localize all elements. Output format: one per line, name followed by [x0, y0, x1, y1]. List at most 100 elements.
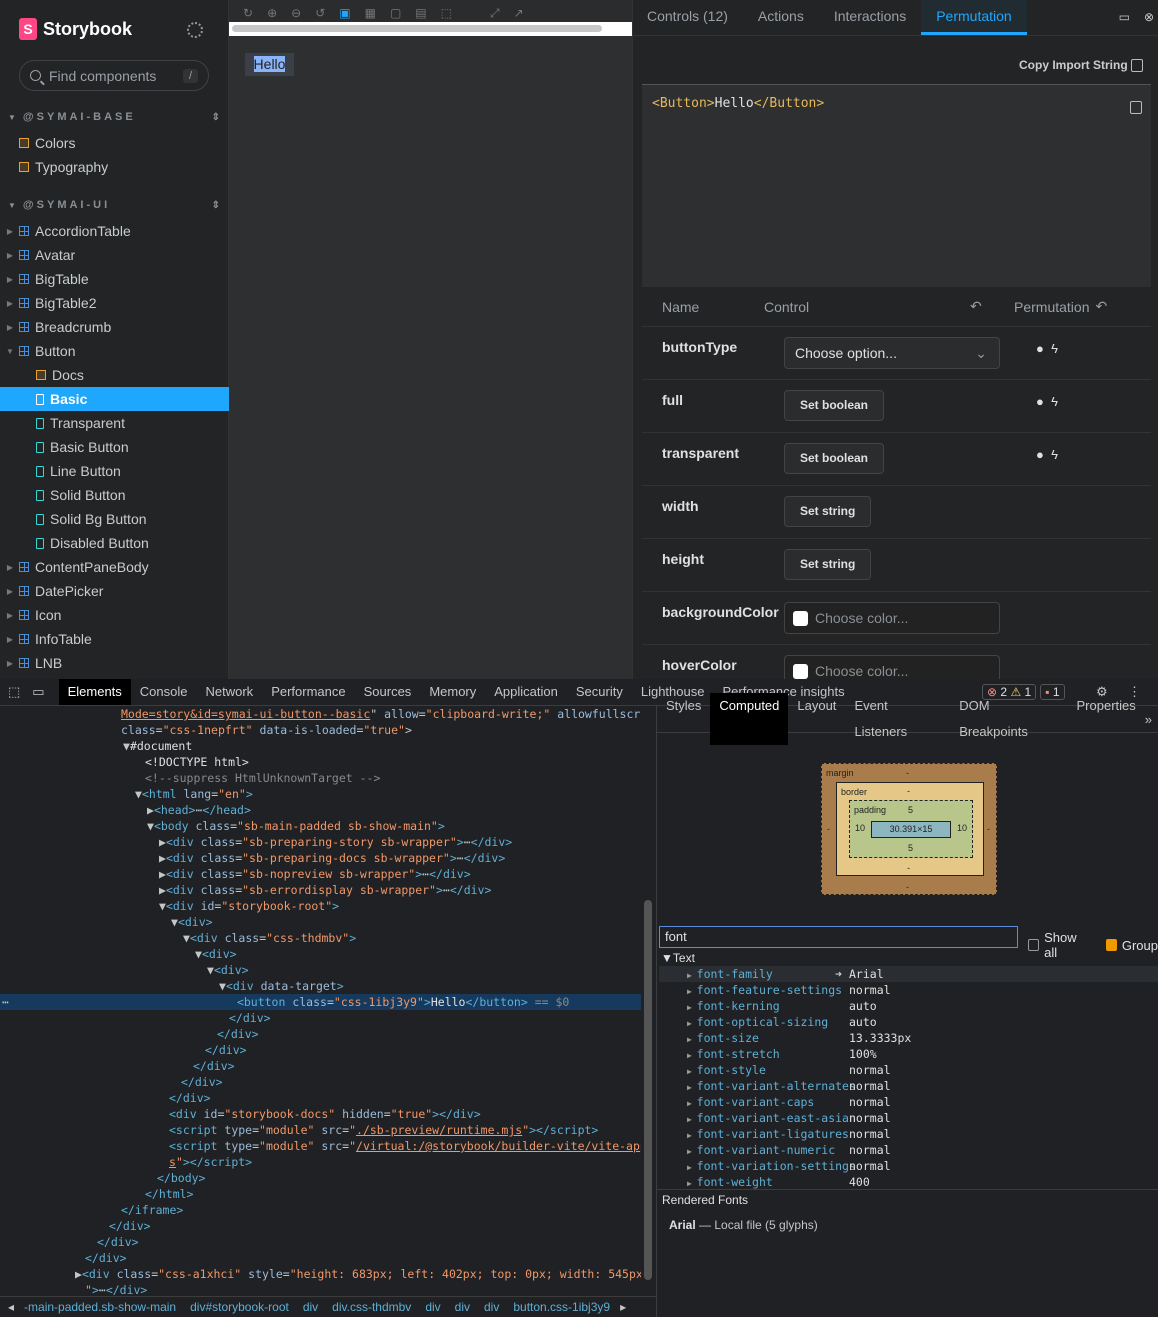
sidebar-item-transparent[interactable]: Transparent: [0, 411, 229, 435]
sidebar-item-bigtable2[interactable]: ▶ BigTable2: [0, 291, 229, 315]
devtools-tab-network[interactable]: Network: [197, 679, 263, 705]
reload-icon[interactable]: ↻: [243, 6, 253, 22]
devtools-tab-sources[interactable]: Sources: [355, 679, 421, 705]
pane-tab-dom-breakpoints[interactable]: DOM Breakpoints: [950, 693, 1067, 745]
sidebar-item-colors[interactable]: Colors: [0, 131, 229, 155]
breadcrumb-item[interactable]: div: [425, 1300, 440, 1314]
goto-icon[interactable]: ➜: [835, 966, 849, 982]
elements-tree[interactable]: Mode=story&id=symai-ui-button--basic" al…: [0, 706, 641, 1296]
breadcrumb-item[interactable]: button.css-1ibj3y9: [513, 1300, 610, 1314]
tab-permutation[interactable]: Permutation: [921, 0, 1027, 35]
zoom-reset-icon[interactable]: ↺: [315, 6, 325, 22]
search-input[interactable]: Find components /: [19, 60, 209, 91]
sidebar-item-lnb[interactable]: ▶ LNB: [0, 651, 229, 675]
copy-code-icon[interactable]: [1130, 101, 1142, 114]
background-icon[interactable]: ▣: [339, 6, 350, 22]
computed-filter-input[interactable]: font: [659, 926, 1018, 948]
computed-property[interactable]: ▶ font-weight 400: [659, 1174, 1158, 1190]
group-symai-base[interactable]: ▼ @SYMAI-BASE ⇕: [8, 111, 220, 123]
sidebar-item-datepicker[interactable]: ▶ DatePicker: [0, 579, 229, 603]
zoom-in-icon[interactable]: ⊕: [267, 6, 277, 22]
pane-tab-styles[interactable]: Styles: [657, 693, 710, 745]
color-swatch[interactable]: [793, 664, 808, 679]
computed-property[interactable]: ▶ font-variant-caps normal: [659, 1094, 1158, 1110]
expand-collapse-icon[interactable]: ⇕: [212, 200, 220, 211]
sidebar-item-breadcrumb[interactable]: ▶ Breadcrumb: [0, 315, 229, 339]
devtools-tab-performance[interactable]: Performance: [262, 679, 354, 705]
computed-property[interactable]: ▶ font-style normal: [659, 1062, 1158, 1078]
pane-tab-event-listeners[interactable]: Event Listeners: [845, 693, 950, 745]
computed-property[interactable]: ▶ font-variant-east-asian normal: [659, 1110, 1158, 1126]
sidebar-item-infotable[interactable]: ▶ InfoTable: [0, 627, 229, 651]
set-value-button[interactable]: Set boolean: [784, 443, 885, 474]
tab-actions[interactable]: Actions: [743, 0, 819, 35]
breadcrumb-item[interactable]: div: [455, 1300, 470, 1314]
preview-hello-button[interactable]: Hello: [245, 53, 294, 76]
group-symai-ui[interactable]: ▼ @SYMAI-UI ⇕: [8, 199, 220, 211]
breadcrumb-item[interactable]: div: [484, 1300, 499, 1314]
computed-property[interactable]: ▶ font-optical-sizing auto: [659, 1014, 1158, 1030]
pane-tab-computed[interactable]: Computed: [710, 693, 789, 745]
breadcrumb-item[interactable]: div: [303, 1300, 318, 1314]
pane-tab-layout[interactable]: Layout: [788, 693, 845, 745]
copy-import-button[interactable]: Copy Import String: [1019, 58, 1144, 73]
computed-property[interactable]: ▶ font-variation-settings normal: [659, 1158, 1158, 1174]
lightning-icon[interactable]: ϟ: [1051, 341, 1058, 356]
brand[interactable]: S Storybook: [19, 18, 132, 40]
tab-interactions[interactable]: Interactions: [819, 0, 921, 35]
close-icon[interactable]: ⊗: [1140, 0, 1158, 35]
tab-controls[interactable]: Controls (12): [632, 0, 743, 35]
outline-icon[interactable]: ⬚: [441, 6, 452, 22]
settings-icon[interactable]: [187, 22, 203, 38]
lightning-icon[interactable]: ϟ: [1051, 447, 1058, 462]
computed-property[interactable]: ▶ font-variant-ligatures normal: [659, 1126, 1158, 1142]
devtools-tab-security[interactable]: Security: [567, 679, 632, 705]
sidebar-item-contentpanebody[interactable]: ▶ ContentPaneBody: [0, 555, 229, 579]
sidebar-item-basic-button[interactable]: Basic Button: [0, 435, 229, 459]
sidebar-item-docs[interactable]: Docs: [0, 363, 229, 387]
sidebar-item-line-button[interactable]: Line Button: [0, 459, 229, 483]
select-buttontype[interactable]: Choose option... ⌄: [784, 337, 1000, 369]
measure-icon[interactable]: ▤: [415, 6, 426, 22]
sidebar-item-solid-button[interactable]: Solid Button: [0, 483, 229, 507]
sidebar-item-basic[interactable]: Basic: [0, 387, 229, 411]
devtools-tab-application[interactable]: Application: [485, 679, 567, 705]
grid-icon[interactable]: ▦: [365, 6, 376, 22]
computed-property[interactable]: ▶ font-feature-settings normal: [659, 982, 1158, 998]
devtools-tab-elements[interactable]: Elements: [58, 679, 131, 705]
computed-property[interactable]: ▶ font-family ➜ Arial: [659, 966, 1158, 982]
computed-property[interactable]: ▶ font-kerning auto: [659, 998, 1158, 1014]
sidebar-item-typography[interactable]: Typography: [0, 155, 229, 179]
breadcrumb-left-icon[interactable]: ◂: [8, 1300, 14, 1314]
inspect-icon[interactable]: ⬚: [0, 684, 26, 700]
permutation-toggle[interactable]: ● ϟ: [1036, 394, 1058, 409]
breadcrumb-item[interactable]: -main-padded.sb-show-main: [24, 1300, 176, 1314]
color-input[interactable]: Choose color...: [784, 602, 1000, 634]
sidebar-item-icon[interactable]: ▶ Icon: [0, 603, 229, 627]
sidebar-item-button[interactable]: ▼ Button: [0, 339, 229, 363]
selected-node[interactable]: ⋯ <button class="css-1ibj3y9">Hello</butt…: [0, 994, 641, 1010]
color-swatch[interactable]: [793, 611, 808, 626]
sidebar-item-bigtable[interactable]: ▶ BigTable: [0, 267, 229, 291]
permutation-toggle[interactable]: ● ϟ: [1036, 341, 1058, 356]
set-value-button[interactable]: Set boolean: [784, 390, 885, 421]
zoom-out-icon[interactable]: ⊖: [291, 6, 301, 22]
device-toggle-icon[interactable]: ▭: [26, 684, 58, 700]
breadcrumb-item[interactable]: div#storybook-root: [190, 1300, 289, 1314]
computed-property[interactable]: ▶ font-stretch 100%: [659, 1046, 1158, 1062]
sidebar-item-avatar[interactable]: ▶ Avatar: [0, 243, 229, 267]
open-new-tab-icon[interactable]: ↗: [514, 6, 524, 22]
panel-layout-icon[interactable]: ▭: [1109, 0, 1140, 35]
sidebar-item-accordiontable[interactable]: ▶ AccordionTable: [0, 219, 229, 243]
elements-scrollbar[interactable]: [644, 900, 652, 1280]
lightning-icon[interactable]: ϟ: [1051, 394, 1058, 409]
horizontal-scrollbar[interactable]: [229, 22, 632, 36]
reset-icon[interactable]: ↶: [970, 298, 1014, 315]
reset-permutation-icon[interactable]: ↶: [1095, 298, 1107, 315]
computed-property[interactable]: ▶ font-variant-alternates normal: [659, 1078, 1158, 1094]
breadcrumb-right-icon[interactable]: ▸: [620, 1300, 626, 1314]
permutation-toggle[interactable]: ● ϟ: [1036, 447, 1058, 462]
expand-collapse-icon[interactable]: ⇕: [212, 112, 220, 123]
pane-tab-properties[interactable]: Properties: [1068, 693, 1145, 745]
breadcrumb-item[interactable]: div.css-thdmbv: [332, 1300, 411, 1314]
